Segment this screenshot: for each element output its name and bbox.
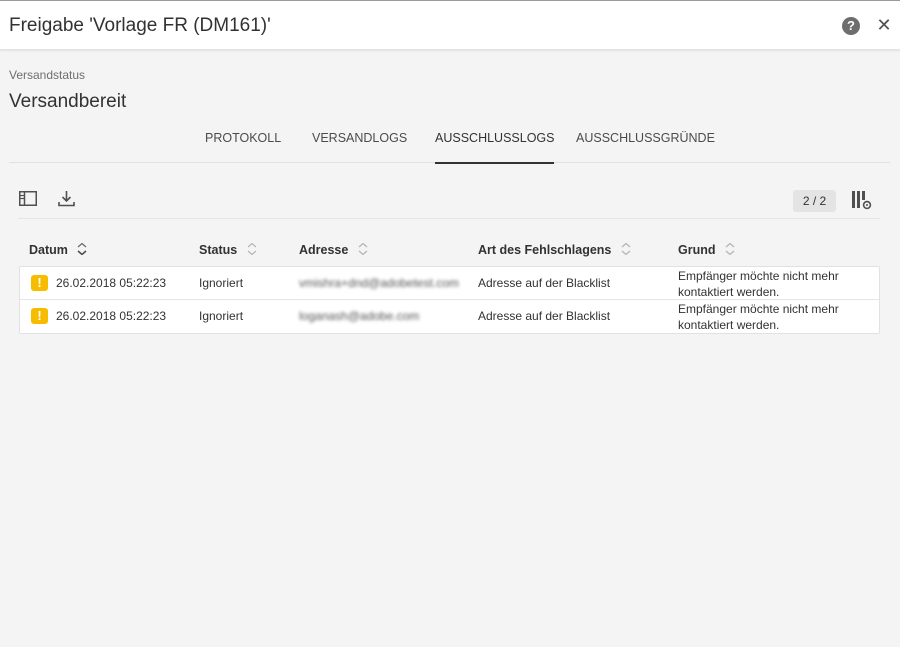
table-row[interactable]: ! 26.02.2018 05:22:23 Ignoriert loganash…: [20, 300, 879, 333]
tab-ausschlusslogs[interactable]: AUSSCHLUSSLOGS: [435, 120, 555, 164]
help-icon[interactable]: ?: [842, 17, 860, 35]
status-value: Versandbereit: [9, 91, 127, 112]
dialog-title: Freigabe 'Vorlage FR (DM161)': [9, 15, 271, 36]
cell-failure-type: Adresse auf der Blacklist: [478, 276, 611, 290]
sort-active-icon[interactable]: [77, 237, 87, 265]
panel-toggle-icon[interactable]: [19, 191, 37, 211]
tab-bar: PROTOKOLL VERSANDLOGS AUSSCHLUSSLOGS AUS…: [9, 120, 890, 164]
status-label: Versandstatus: [9, 68, 86, 82]
column-header-art-des-fehlschlagens[interactable]: Art des Fehlschlagens: [478, 236, 631, 264]
sort-icon[interactable]: [725, 237, 735, 265]
close-icon[interactable]: ✕: [875, 15, 893, 35]
column-header-datum[interactable]: Datum: [29, 236, 87, 264]
column-header-grund[interactable]: Grund: [678, 236, 735, 264]
column-settings-icon[interactable]: [852, 191, 872, 215]
cell-date: 26.02.2018 05:22:23: [56, 276, 167, 290]
cell-reason: Empfänger möchte nicht mehr kontaktiert …: [678, 269, 839, 299]
cell-failure-type: Adresse auf der Blacklist: [478, 309, 611, 323]
column-header-status[interactable]: Status: [199, 236, 257, 264]
warning-icon: !: [31, 308, 48, 324]
table-row[interactable]: ! 26.02.2018 05:22:23 Ignoriert vmishra+…: [20, 267, 879, 300]
cell-date: 26.02.2018 05:22:23: [56, 309, 167, 323]
toolbar-divider: [18, 218, 880, 219]
cell-address: vmishra+dnd@adobetest.com: [299, 276, 459, 290]
tab-versandlogs[interactable]: VERSANDLOGS: [312, 120, 407, 163]
cell-status: Ignoriert: [199, 276, 244, 290]
sort-icon[interactable]: [247, 237, 257, 265]
cell-status: Ignoriert: [199, 309, 244, 323]
dialog-header: Freigabe 'Vorlage FR (DM161)' ? ✕: [0, 0, 900, 50]
table-body: ! 26.02.2018 05:22:23 Ignoriert vmishra+…: [19, 266, 880, 334]
table-header: Datum Status Adresse Art des Fehlschlage…: [19, 236, 880, 264]
cell-reason: Empfänger möchte nicht mehr kontaktiert …: [678, 302, 839, 332]
download-icon[interactable]: [58, 190, 75, 212]
pagination-indicator: 2 / 2: [793, 190, 836, 212]
warning-icon: !: [31, 275, 48, 291]
tab-protokoll[interactable]: PROTOKOLL: [205, 120, 281, 163]
tab-ausschlussgruende[interactable]: AUSSCHLUSSGRÜNDE: [576, 120, 715, 163]
column-header-adresse[interactable]: Adresse: [299, 236, 368, 264]
sort-icon[interactable]: [358, 237, 368, 265]
cell-address: loganash@adobe.com: [299, 309, 420, 323]
sort-icon[interactable]: [621, 237, 631, 265]
